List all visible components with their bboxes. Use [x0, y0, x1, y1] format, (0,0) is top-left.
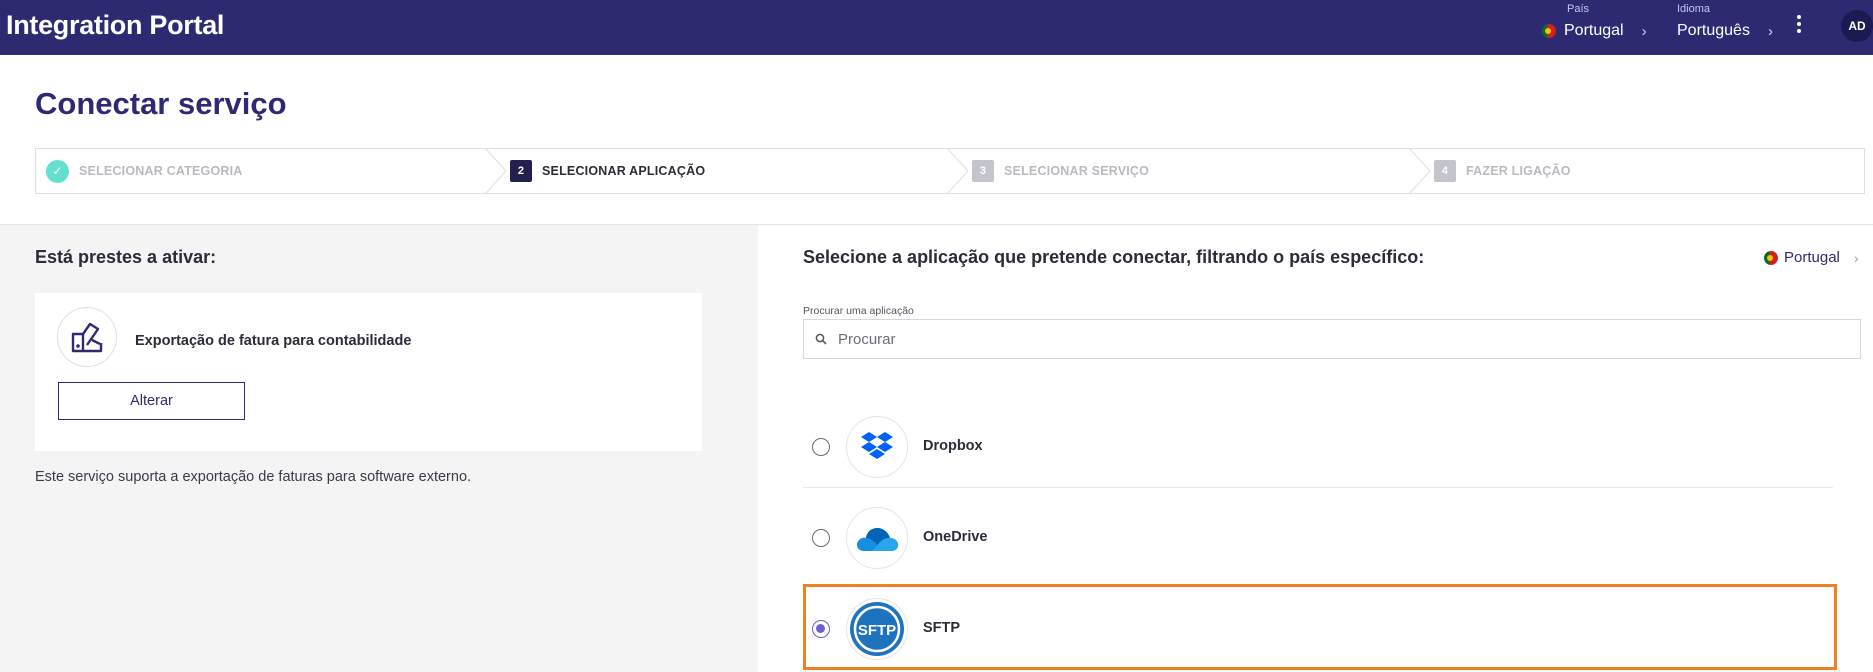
search-input[interactable] [838, 330, 1818, 348]
service-card: Exportação de fatura para contabilidade … [35, 293, 702, 451]
chevron-right-icon: › [1767, 22, 1773, 40]
portugal-flag-icon [1764, 250, 1778, 265]
change-button[interactable]: Alterar [58, 382, 245, 420]
country-caption: País [1567, 3, 1590, 15]
radio-dropbox[interactable] [812, 438, 830, 456]
language-selector[interactable]: Idioma Português › [1677, 0, 1787, 55]
step-number: 2 [510, 160, 532, 182]
language-caption: Idioma [1677, 3, 1711, 15]
search-field[interactable] [803, 319, 1861, 359]
step-label: SELECIONAR CATEGORIA [79, 164, 243, 178]
page-title: Conectar serviço [35, 86, 287, 121]
step-separator [947, 149, 969, 193]
country-filter[interactable]: Portugal › [1764, 249, 1859, 266]
radio-onedrive[interactable] [812, 529, 830, 547]
service-title: Exportação de fatura para contabilidade [135, 333, 412, 349]
language-value: Português [1677, 22, 1750, 39]
app-option-onedrive[interactable]: OneDrive [803, 497, 1833, 579]
step-label: SELECIONAR SERVIÇO [1004, 164, 1150, 178]
user-avatar[interactable]: AD [1841, 10, 1873, 42]
checkmark-icon: ✓ [46, 159, 69, 183]
summary-heading: Está prestes a ativar: [35, 247, 217, 267]
app-option-dropbox[interactable]: Dropbox [803, 406, 1833, 488]
chevron-right-icon: › [1641, 22, 1647, 40]
step-select-service: 3 SELECIONAR SERVIÇO [972, 149, 1149, 193]
country-value-row[interactable]: Portugal › [1542, 22, 1647, 40]
selection-heading: Selecione a aplicação que pretende conec… [803, 247, 1425, 267]
step-select-category[interactable]: ✓ SELECIONAR CATEGORIA [46, 149, 243, 193]
step-make-connection: 4 FAZER LIGAÇÃO [1434, 149, 1571, 193]
app-name: OneDrive [923, 529, 988, 545]
search-label: Procurar uma aplicação [803, 305, 914, 317]
dropbox-icon [846, 416, 908, 478]
chevron-right-icon: › [1853, 249, 1859, 266]
service-description: Este serviço suporta a exportação de fat… [35, 469, 472, 485]
step-separator [1409, 149, 1431, 193]
stepper: ✓ SELECIONAR CATEGORIA 2 SELECIONAR APLI… [35, 148, 1865, 194]
sftp-icon: SFTP [846, 598, 908, 660]
application-selection-panel: Selecione a aplicação que pretende conec… [758, 225, 1873, 672]
brand-title: Integration Portal [6, 10, 225, 40]
language-value-row[interactable]: Português › [1677, 22, 1773, 40]
country-selector[interactable]: País Portugal › [1542, 0, 1672, 55]
app-name: Dropbox [923, 438, 983, 454]
search-icon [804, 333, 838, 345]
step-label: FAZER LIGAÇÃO [1466, 164, 1571, 178]
app-name: SFTP [923, 620, 961, 636]
more-options-icon[interactable] [1791, 13, 1807, 35]
country-filter-value: Portugal [1784, 249, 1840, 266]
top-bar: Integration Portal País Portugal › Idiom… [0, 0, 1873, 55]
step-separator [485, 149, 507, 193]
step-number: 3 [972, 160, 994, 182]
country-value: Portugal [1564, 22, 1624, 39]
step-label: SELECIONAR APLICAÇÃO [542, 164, 706, 178]
radio-sftp[interactable] [812, 620, 830, 638]
step-number: 4 [1434, 160, 1456, 182]
app-option-sftp[interactable]: SFTP SFTP [803, 588, 1833, 670]
portugal-flag-icon [1542, 24, 1556, 38]
onedrive-icon [846, 507, 908, 569]
step-select-application[interactable]: 2 SELECIONAR APLICAÇÃO [510, 149, 705, 193]
invoice-export-icon [57, 307, 117, 367]
sftp-logo-text: SFTP [858, 622, 896, 639]
service-summary-panel: Está prestes a ativar: Exportação de fat… [0, 225, 758, 672]
